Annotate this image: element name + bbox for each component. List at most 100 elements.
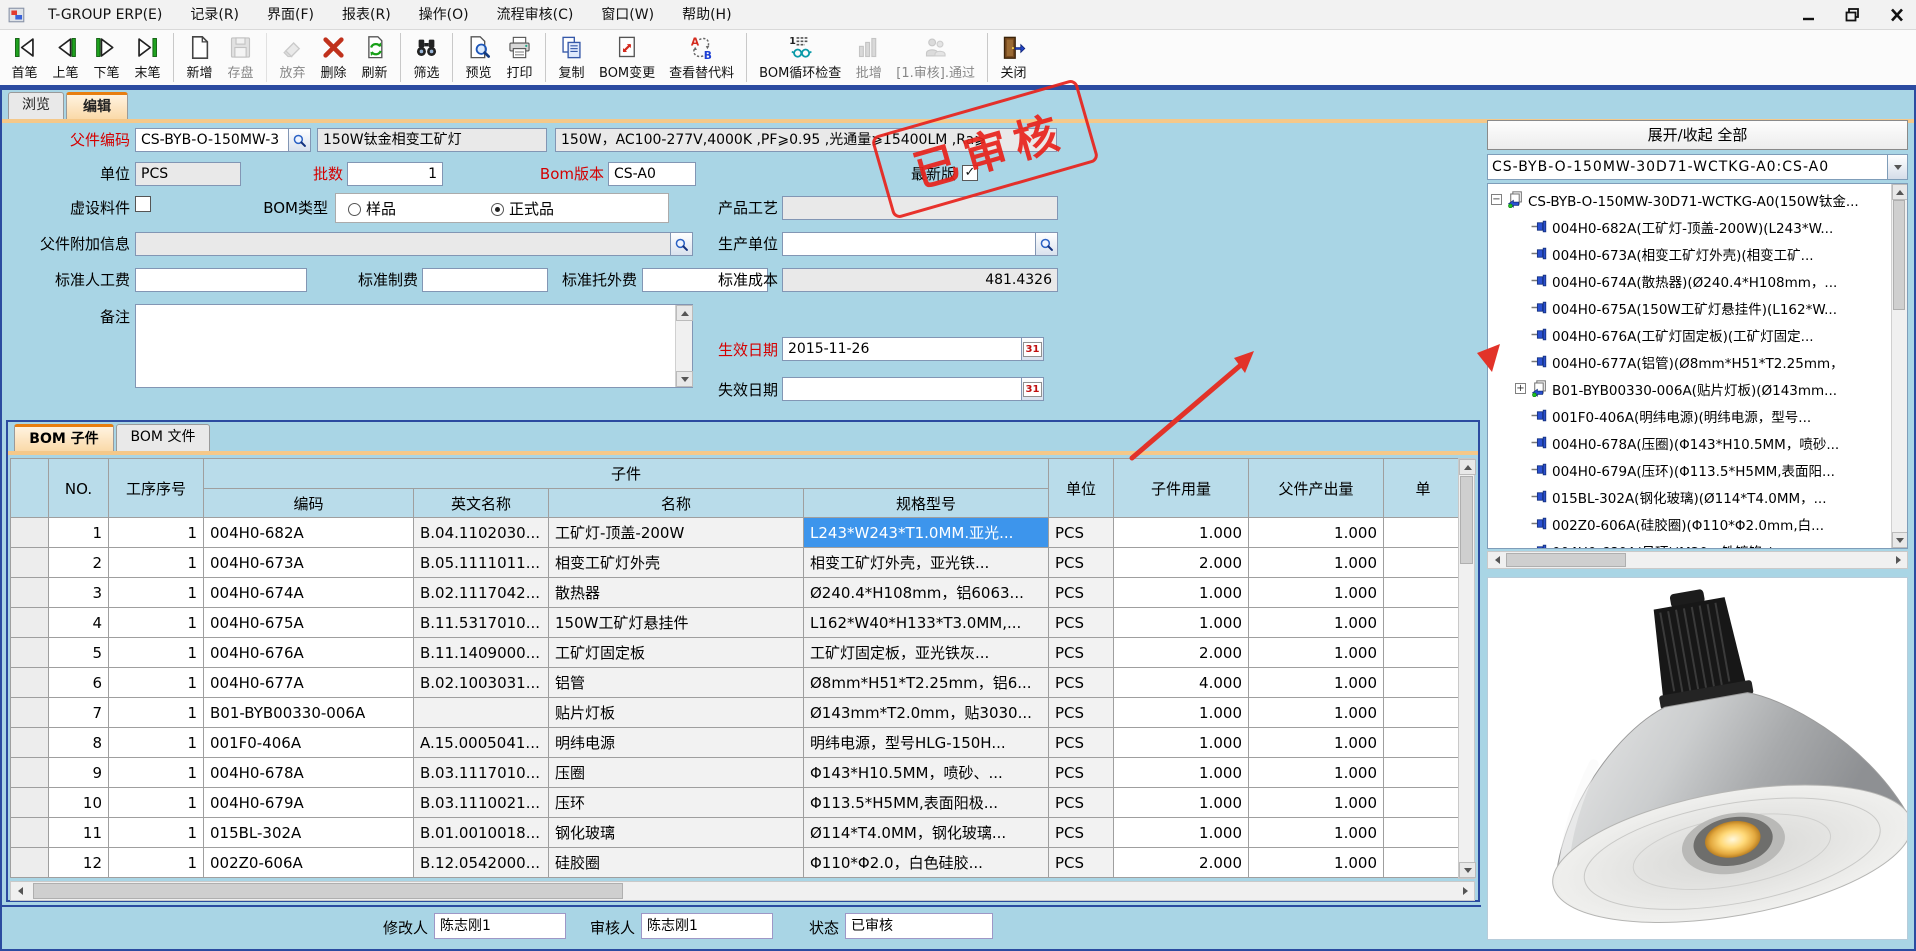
tab-bom-children[interactable]: BOM 子件 <box>14 424 114 451</box>
cell-en-name[interactable]: B.05.1111011... <box>414 548 549 578</box>
cell-qty[interactable]: 1.000 <box>1114 698 1249 728</box>
cell-name[interactable]: 压圈 <box>549 758 804 788</box>
expire-date-input[interactable] <box>782 377 1021 401</box>
bom-type-option-formal[interactable]: 正式品 <box>491 198 554 219</box>
cell-unit2[interactable] <box>1384 728 1463 758</box>
cell-qty[interactable]: 2.000 <box>1114 548 1249 578</box>
cell-unit[interactable]: PCS <box>1049 758 1114 788</box>
cell-name[interactable]: 硅胶圈 <box>549 848 804 878</box>
toolbar-button[interactable]: 筛选 <box>400 33 447 82</box>
cell-parent-qty[interactable]: 1.000 <box>1249 608 1384 638</box>
scroll-left-icon[interactable] <box>1488 551 1506 569</box>
tree-item[interactable]: B01-BYB00330-006A(贴片灯板)(Ø143mm... <box>1491 375 1890 402</box>
scrollbar-thumb[interactable] <box>1460 476 1473 564</box>
cell-spec[interactable]: Φ110*Φ2.0，白色硅胶... <box>804 848 1049 878</box>
scroll-down-icon[interactable] <box>676 371 693 387</box>
tree-item[interactable]: 015BL-302A(钢化玻璃)(Ø114*T4.0MM，... <box>1491 483 1890 510</box>
cell-seq[interactable]: 1 <box>109 548 204 578</box>
row-selector[interactable] <box>11 548 49 578</box>
row-selector[interactable] <box>11 698 49 728</box>
std-make-input[interactable] <box>422 268 548 292</box>
toolbar-button[interactable]: 放弃 <box>266 33 313 82</box>
cell-qty[interactable]: 2.000 <box>1114 848 1249 878</box>
expire-date-calendar-button[interactable]: 31 <box>1021 377 1044 401</box>
tree-item[interactable]: 004H0-674A(散热器)(Ø240.4*H108mm，... <box>1491 267 1890 294</box>
cell-name[interactable]: 散热器 <box>549 578 804 608</box>
menu-item[interactable]: 操作(O) <box>405 0 483 30</box>
remark-textarea[interactable] <box>135 304 693 388</box>
cell-seq[interactable]: 1 <box>109 728 204 758</box>
tree-item[interactable]: CS-BYB-O-150MW-30D71-WCTKG-A0(150W钛金... <box>1491 186 1890 213</box>
row-selector[interactable] <box>11 818 49 848</box>
virtual-part-checkbox[interactable] <box>135 196 151 212</box>
tree-item[interactable]: 004H0-677A(铝管)(Ø8mm*H51*T2.25mm， <box>1491 348 1890 375</box>
scroll-left-icon[interactable] <box>11 882 29 900</box>
cell-unit[interactable]: PCS <box>1049 788 1114 818</box>
cell-parent-qty[interactable]: 1.000 <box>1249 788 1384 818</box>
cell-no[interactable]: 3 <box>49 578 109 608</box>
cell-no[interactable]: 6 <box>49 668 109 698</box>
cell-name[interactable]: 明纬电源 <box>549 728 804 758</box>
cell-qty[interactable]: 4.000 <box>1114 668 1249 698</box>
scroll-up-icon[interactable] <box>1459 459 1476 475</box>
cell-code[interactable]: 015BL-302A <box>204 818 414 848</box>
cell-unit[interactable]: PCS <box>1049 668 1114 698</box>
cell-en-name[interactable]: A.15.0005041... <box>414 728 549 758</box>
tree-expander-icon[interactable] <box>1515 410 1526 421</box>
cell-en-name[interactable]: B.02.1117042... <box>414 578 549 608</box>
cell-no[interactable]: 12 <box>49 848 109 878</box>
batch-input[interactable]: 1 <box>347 162 443 186</box>
cell-no[interactable]: 11 <box>49 818 109 848</box>
cell-code[interactable]: 004H0-679A <box>204 788 414 818</box>
scrollbar-thumb[interactable] <box>1893 200 1905 310</box>
toolbar-button[interactable]: 刷新 <box>354 33 395 82</box>
tree-vertical-scrollbar[interactable] <box>1891 184 1907 548</box>
toolbar-button[interactable]: 删除 <box>313 33 354 82</box>
toolbar-button[interactable]: [1.审核].通过 <box>889 33 982 82</box>
cell-en-name[interactable]: B.11.1409000... <box>414 638 549 668</box>
tree-item[interactable]: 004H0-682A(工矿灯-顶盖-200W)(L243*W... <box>1491 213 1890 240</box>
cell-code[interactable]: 004H0-675A <box>204 608 414 638</box>
chevron-down-icon[interactable] <box>1887 155 1907 179</box>
cell-qty[interactable]: 1.000 <box>1114 728 1249 758</box>
cell-qty[interactable]: 1.000 <box>1114 608 1249 638</box>
toolbar-button[interactable]: 下笔 <box>86 33 127 82</box>
tree-expander-icon[interactable] <box>1491 194 1502 205</box>
toolbar-button[interactable]: 末笔 <box>127 33 168 82</box>
row-selector[interactable] <box>11 608 49 638</box>
cell-en-name[interactable]: B.11.5317010... <box>414 608 549 638</box>
cell-seq[interactable]: 1 <box>109 668 204 698</box>
cell-seq[interactable]: 1 <box>109 788 204 818</box>
cell-code[interactable]: 004H0-682A <box>204 518 414 548</box>
parent-extra-lookup-button[interactable] <box>670 232 693 256</box>
cell-name[interactable]: 钢化玻璃 <box>549 818 804 848</box>
tab-bom-files[interactable]: BOM 文件 <box>116 424 210 451</box>
cell-en-name[interactable]: B.12.0542000... <box>414 848 549 878</box>
cell-qty[interactable]: 1.000 <box>1114 758 1249 788</box>
cell-unit2[interactable] <box>1384 578 1463 608</box>
cell-qty[interactable]: 1.000 <box>1114 518 1249 548</box>
row-selector[interactable] <box>11 668 49 698</box>
cell-unit[interactable]: PCS <box>1049 818 1114 848</box>
toolbar-button[interactable]: BOM变更 <box>592 33 662 82</box>
cell-unit[interactable]: PCS <box>1049 608 1114 638</box>
cell-seq[interactable]: 1 <box>109 848 204 878</box>
cell-unit2[interactable] <box>1384 608 1463 638</box>
cell-code[interactable]: B01-BYB00330-006A <box>204 698 414 728</box>
close-window-button[interactable] <box>1888 7 1906 23</box>
cell-parent-qty[interactable]: 1.000 <box>1249 668 1384 698</box>
std-labor-input[interactable] <box>135 268 307 292</box>
tree-expander-icon[interactable] <box>1515 248 1526 259</box>
cell-parent-qty[interactable]: 1.000 <box>1249 698 1384 728</box>
toolbar-button[interactable]: 预览 <box>452 33 499 82</box>
cell-unit2[interactable] <box>1384 848 1463 878</box>
cell-code[interactable]: 004H0-677A <box>204 668 414 698</box>
tree-item[interactable]: 001F0-406A(明纬电源)(明纬电源，型号... <box>1491 402 1890 429</box>
cell-seq[interactable]: 1 <box>109 818 204 848</box>
cell-unit2[interactable] <box>1384 698 1463 728</box>
toolbar-button[interactable]: 查看替代料 <box>662 33 741 82</box>
bom-version-selector[interactable]: CS-BYB-O-150MW-30D71-WCTKG-A0:CS-A0 <box>1487 154 1908 180</box>
cell-en-name[interactable]: B.01.0010018... <box>414 818 549 848</box>
cell-parent-qty[interactable]: 1.000 <box>1249 728 1384 758</box>
toolbar-button[interactable]: 存盘 <box>220 33 261 82</box>
